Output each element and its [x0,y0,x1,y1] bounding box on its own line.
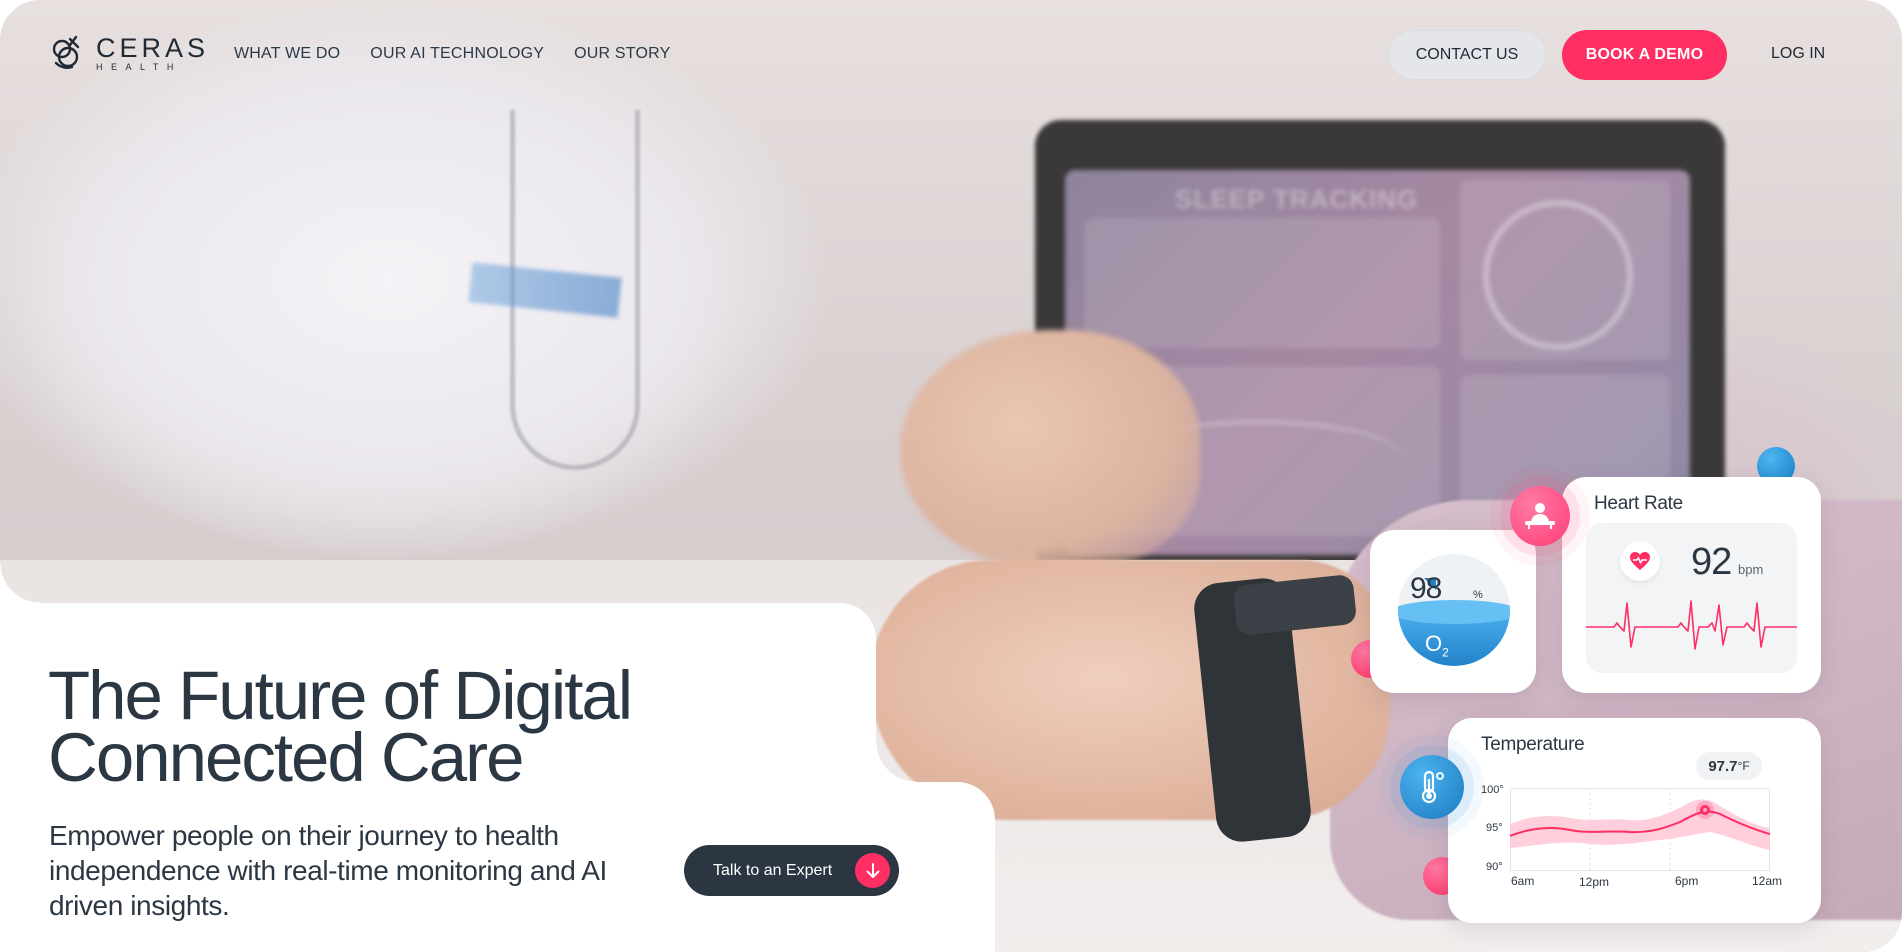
heart-rate-card: Heart Rate 92 bpm [1562,477,1821,693]
temperature-title: Temperature [1481,734,1585,755]
brand-name: CERAS [96,32,210,63]
oxygen-gauge [1398,554,1510,666]
x-axis-label: 12pm [1579,875,1610,889]
y-axis-label: 100° [1481,784,1504,796]
doctor-hand [900,330,1200,570]
thermometer-icon [1400,755,1464,819]
oxygen-label: O2 [1425,631,1449,659]
x-axis-label: 6pm [1675,874,1699,888]
nav-item-what-we-do[interactable]: WHAT WE DO [234,45,340,63]
brand-subtitle: HEALTH [96,61,182,72]
headline-line-2: Connected Care [48,719,524,796]
heart-rate-title: Heart Rate [1594,493,1683,514]
brand-logo[interactable]: CERAS HEALTH [48,33,209,73]
oxygen-label-sub: 2 [1442,645,1449,660]
hero-subline: Empower people on their journey to healt… [49,820,607,921]
screen-ring [1483,200,1633,350]
talk-to-expert-button[interactable]: Talk to an Expert [684,845,899,896]
oxygen-card: 98 % O2 [1370,530,1536,693]
oxygen-unit: % [1473,589,1483,601]
x-axis-label: 12am [1752,874,1783,888]
log-in-link[interactable]: LOG IN [1771,45,1825,63]
temperature-chart [1510,788,1770,871]
book-demo-button[interactable]: BOOK A DEMO [1562,30,1727,80]
logo-icon [48,33,88,73]
contact-us-button[interactable]: CONTACT US [1388,30,1546,80]
heart-rate-value: 92 [1691,541,1732,583]
temperature-card: Temperature 100° 95° 90° 6am 12pm 6pm 12… [1448,718,1821,923]
y-axis-label: 95° [1486,822,1503,834]
panel-corner [876,742,916,782]
hero-headline: The Future of Digital Connected Care [48,661,748,792]
heart-rate-unit: bpm [1738,562,1764,577]
temperature-badge-value: 97.7 [1708,757,1738,775]
x-axis-label: 6am [1511,874,1535,888]
person-icon [1510,486,1570,546]
heart-rate-panel: 92 bpm [1586,523,1797,673]
main-nav: WHAT WE DO OUR AI TECHNOLOGY OUR STORY [234,45,670,63]
heart-icon [1620,541,1660,581]
cta-label: Talk to an Expert [713,861,833,879]
panel-corner [0,563,40,603]
temperature-badge-unit: °F [1737,759,1750,773]
oxygen-label-text: O [1425,631,1443,656]
y-axis-label: 90° [1486,861,1503,873]
arrow-down-icon [855,853,890,888]
oxygen-value: 98 [1410,572,1442,605]
temperature-badge: 97.7 °F [1696,752,1762,780]
heart-rate-waveform [1586,600,1797,650]
screen-title: SLEEP TRACKING [1175,184,1419,214]
screen-cell [1085,218,1440,348]
nav-item-our-story[interactable]: OUR STORY [574,45,670,63]
nav-item-ai-technology[interactable]: OUR AI TECHNOLOGY [370,45,544,63]
